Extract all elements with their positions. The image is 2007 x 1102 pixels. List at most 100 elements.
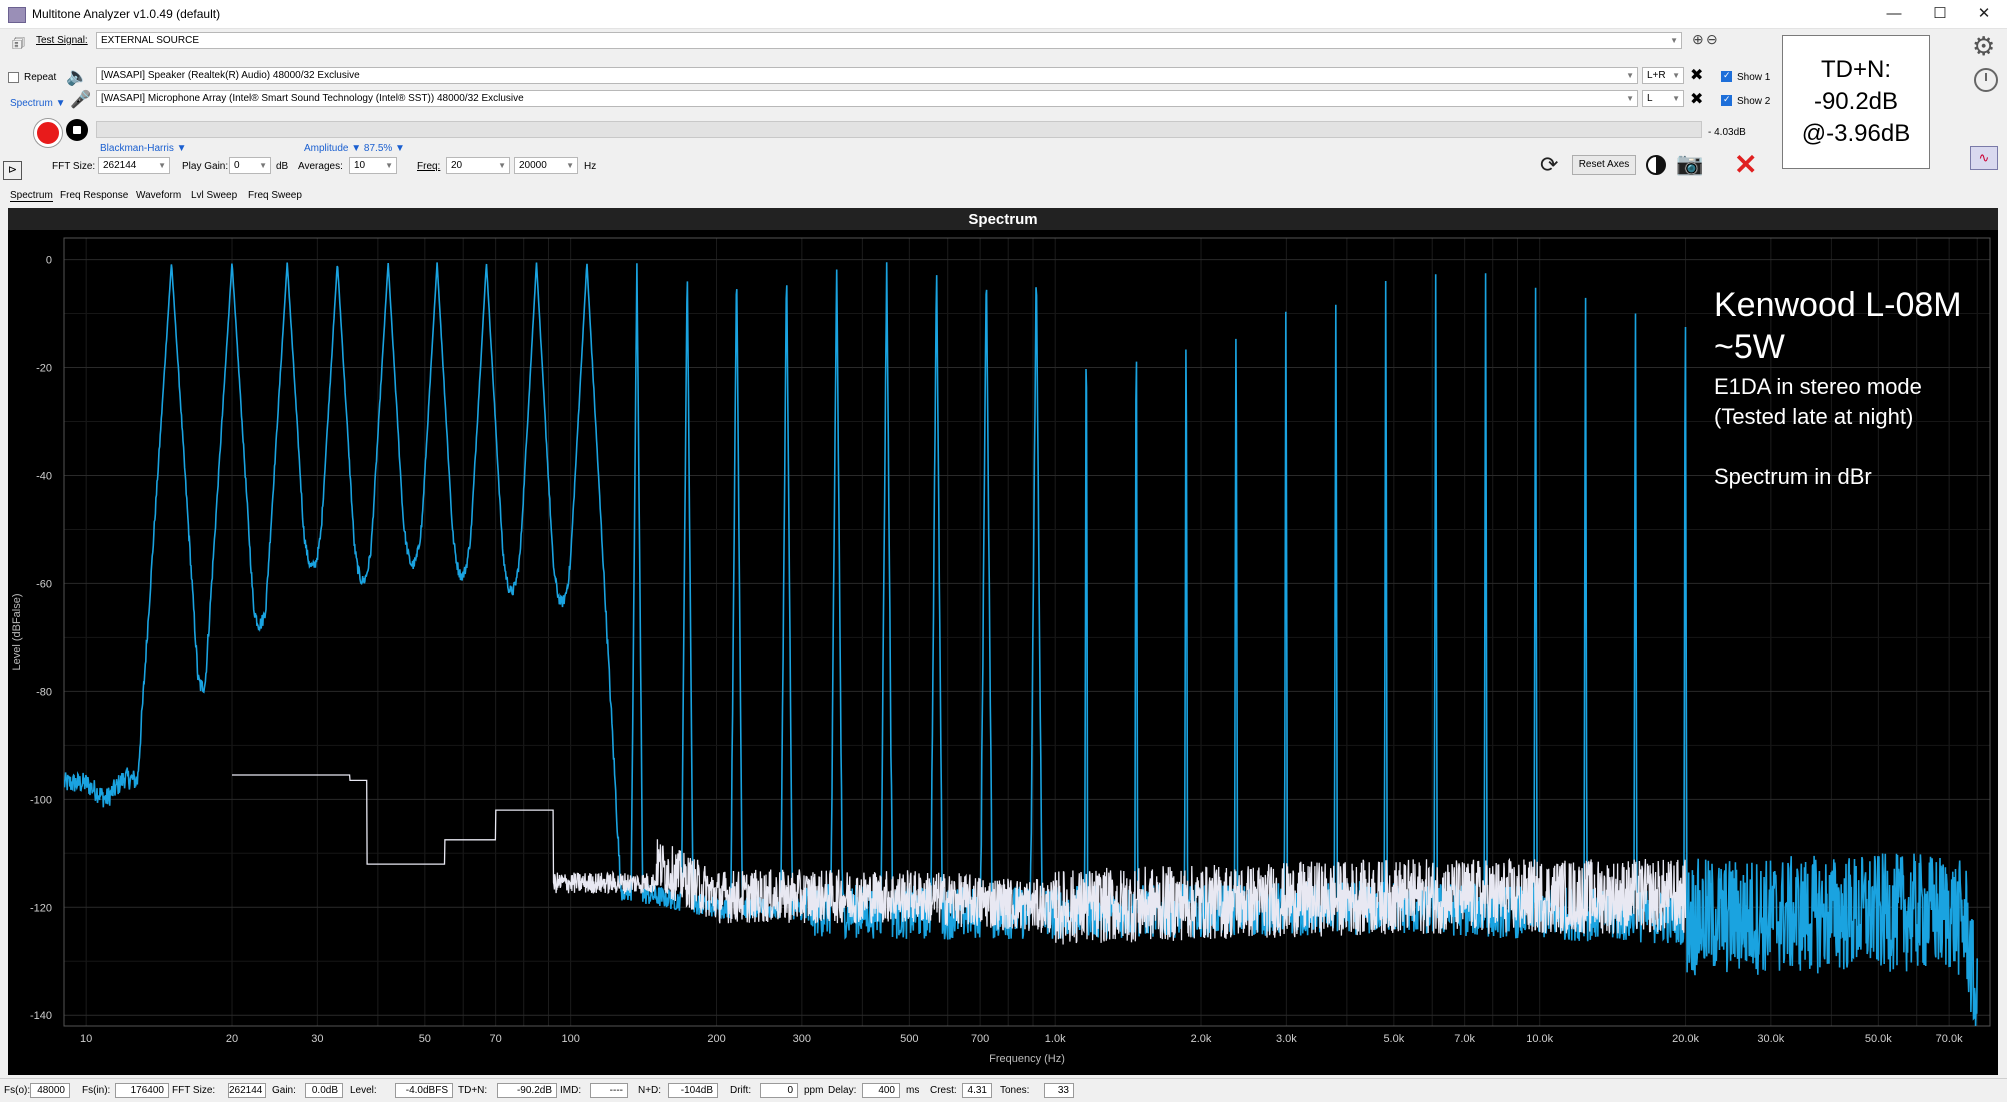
- status-value: 48000: [30, 1083, 70, 1098]
- freq-to-input[interactable]: 20000 ▼: [514, 157, 578, 174]
- gear-icon[interactable]: ⚙: [1972, 31, 1995, 62]
- waveform-view-icon[interactable]: ∿: [1970, 146, 1998, 170]
- minimize-button[interactable]: —: [1871, 0, 1917, 28]
- chevron-down-icon: ▼: [259, 161, 267, 170]
- status-label: Tones:: [1000, 1085, 1030, 1096]
- x-tick-label: 200: [707, 1033, 725, 1045]
- repeat-checkbox[interactable]: [8, 72, 19, 83]
- output-device-select[interactable]: [WASAPI] Speaker (Realtek(R) Audio) 4800…: [96, 67, 1638, 84]
- refresh-icon[interactable]: ⟳: [1540, 152, 1558, 178]
- status-label: Delay:: [828, 1085, 857, 1096]
- tab-waveform[interactable]: Waveform: [136, 190, 181, 201]
- panel-toggle-icon[interactable]: ⊳: [3, 161, 22, 180]
- status-unit: ppm: [804, 1085, 824, 1096]
- play-gain-unit: dB: [276, 161, 289, 172]
- maximize-button[interactable]: ☐: [1917, 0, 1963, 28]
- show1-checkbox[interactable]: [1721, 70, 1732, 82]
- freq-to-value: 20000: [519, 160, 547, 171]
- close-window-button[interactable]: ✕: [1961, 0, 2007, 28]
- status-label: Crest:: [930, 1085, 957, 1096]
- x-tick-label: 10: [80, 1033, 92, 1045]
- annotation-line-1: Kenwood L-08M: [1714, 286, 1962, 324]
- add-signal-icon[interactable]: ⊕: [1692, 31, 1704, 48]
- remove-signal-icon[interactable]: ⊖: [1706, 31, 1718, 48]
- input-channel-select[interactable]: L ▼: [1642, 90, 1684, 107]
- y-tick-label: 0: [46, 255, 52, 267]
- tab-freq-response[interactable]: Freq Response: [60, 190, 128, 201]
- x-tick-label: 700: [971, 1033, 989, 1045]
- output-settings-tools-icon[interactable]: ✖: [1690, 65, 1703, 85]
- status-label: Drift:: [730, 1085, 752, 1096]
- tab-freq-sweep[interactable]: Freq Sweep: [248, 190, 302, 201]
- output-channel-select[interactable]: L+R ▼: [1642, 67, 1684, 84]
- input-settings-tools-icon[interactable]: ✖: [1690, 89, 1703, 109]
- output-device-value: [WASAPI] Speaker (Realtek(R) Audio) 4800…: [101, 70, 360, 81]
- status-value: 262144: [228, 1083, 266, 1098]
- freq-label[interactable]: Freq:: [417, 161, 440, 172]
- spectrum-chart[interactable]: Spectrum 10 20 30 50 70 100 200 300 500 700 1.0k 2.0…: [8, 208, 1998, 1075]
- annotation-line-4: (Tested late at night): [1714, 404, 1914, 429]
- x-tick-label: 50.0k: [1865, 1033, 1892, 1045]
- chevron-down-icon: ▼: [566, 161, 574, 170]
- title-bar: Multitone Analyzer v1.0.49 (default) — ☐…: [0, 0, 2007, 29]
- camera-icon[interactable]: 📷: [1676, 151, 1703, 177]
- status-label: TD+N:: [458, 1085, 488, 1096]
- test-signal-label[interactable]: Test Signal:: [36, 35, 88, 46]
- status-label: Gain:: [272, 1085, 296, 1096]
- chevron-down-icon: ▼: [1670, 36, 1678, 45]
- x-tick-label: 2.0k: [1191, 1033, 1212, 1045]
- stop-button[interactable]: [66, 119, 88, 141]
- test-signal-value: EXTERNAL SOURCE: [101, 35, 199, 46]
- x-tick-label: 50: [419, 1033, 431, 1045]
- status-value: 0: [760, 1083, 798, 1098]
- speaker-icon[interactable]: 🔈: [66, 66, 88, 87]
- play-gain-label: Play Gain:: [182, 161, 229, 172]
- chevron-down-icon: ▼: [1626, 94, 1634, 103]
- test-signal-icon[interactable]: 🗊: [12, 33, 25, 57]
- x-tick-label: 3.0k: [1276, 1033, 1297, 1045]
- amplitude-link[interactable]: Amplitude ▼ 87.5% ▼: [304, 143, 405, 154]
- x-tick-label: 10.0k: [1526, 1033, 1553, 1045]
- show1-label: Show 1: [1737, 72, 1771, 83]
- fft-size-select[interactable]: 262144 ▼: [98, 157, 170, 174]
- input-level-readout: - 4.03dB: [1708, 127, 1746, 138]
- microphone-icon[interactable]: 🎤: [70, 90, 91, 110]
- window-title: Multitone Analyzer v1.0.49 (default): [32, 7, 221, 21]
- annotation-line-3: E1DA in stereo mode: [1714, 374, 1922, 399]
- mode-dropdown-link[interactable]: Spectrum ▼: [10, 98, 65, 109]
- record-button[interactable]: [34, 119, 62, 147]
- clock-icon[interactable]: [1974, 68, 1998, 92]
- freq-from-value: 20: [451, 160, 463, 171]
- averages-select[interactable]: 10 ▼: [349, 157, 397, 174]
- output-channel-value: L+R: [1647, 70, 1666, 81]
- play-gain-input[interactable]: 0 ▼: [229, 157, 271, 174]
- x-tick-label: 7.0k: [1454, 1033, 1475, 1045]
- status-value: 0.0dB: [305, 1083, 343, 1098]
- contrast-icon[interactable]: [1646, 155, 1666, 175]
- test-signal-select[interactable]: EXTERNAL SOURCE ▼: [96, 32, 1682, 49]
- chevron-down-icon: ▼: [1672, 71, 1680, 80]
- clear-icon[interactable]: ✕: [1734, 148, 1757, 181]
- reset-axes-button[interactable]: Reset Axes: [1572, 155, 1636, 175]
- input-device-select[interactable]: [WASAPI] Microphone Array (Intel® Smart …: [96, 90, 1638, 107]
- x-tick-label: 20: [226, 1033, 238, 1045]
- status-value: ----: [590, 1083, 628, 1098]
- status-label: IMD:: [560, 1085, 582, 1096]
- y-axis-label: Level (dBFalse): [11, 593, 23, 670]
- tdn-level: @-3.96dB: [1801, 120, 1911, 147]
- spectrum-plot-svg[interactable]: Spectrum 10 20 30 50 70 100 200 300 500 700 1.0k 2.0…: [8, 208, 1998, 1075]
- window-function-link[interactable]: Blackman-Harris ▼: [100, 143, 187, 154]
- status-label: Fs(in):: [82, 1085, 111, 1096]
- tdn-label: TD+N:: [1820, 56, 1891, 83]
- tab-spectrum[interactable]: Spectrum: [10, 190, 53, 202]
- chevron-down-icon: ▼: [1626, 71, 1634, 80]
- stop-icon: [73, 126, 81, 134]
- averages-label: Averages:: [298, 161, 343, 172]
- status-label: N+D:: [638, 1085, 662, 1096]
- freq-from-input[interactable]: 20 ▼: [446, 157, 510, 174]
- status-label: Fs(o):: [4, 1085, 31, 1096]
- x-tick-label: 5.0k: [1383, 1033, 1404, 1045]
- tab-lvl-sweep[interactable]: Lvl Sweep: [191, 190, 237, 201]
- x-tick-label: 70: [490, 1033, 502, 1045]
- show2-checkbox[interactable]: [1721, 94, 1732, 106]
